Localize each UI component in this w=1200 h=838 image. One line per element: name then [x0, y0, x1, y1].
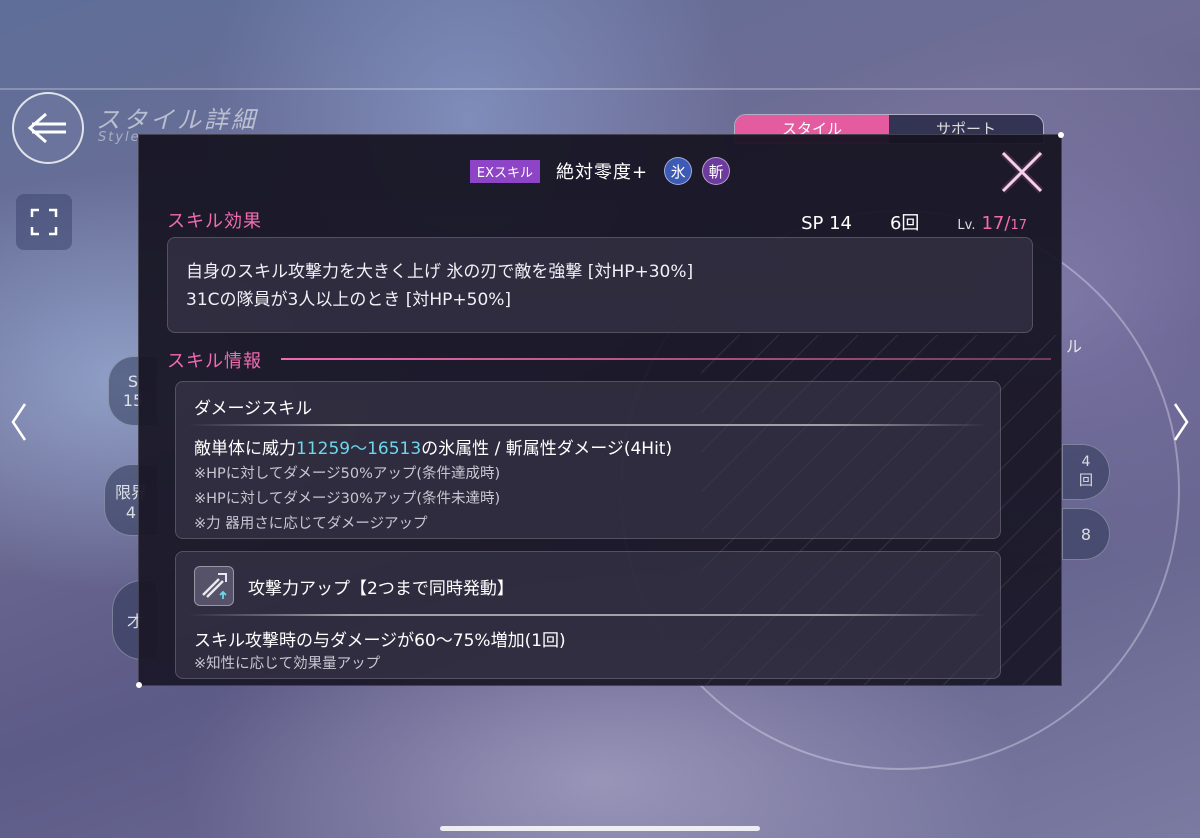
section-divider — [281, 358, 1051, 360]
prev-arrow-button[interactable] — [8, 400, 30, 444]
ice-element-badge: 氷 — [664, 157, 693, 185]
skill-effect-label: スキル効果 — [167, 211, 262, 232]
corner-dot — [1058, 132, 1064, 138]
side-panel-right-1: ル — [1062, 330, 1086, 360]
damage-note: ※HPに対してダメージ50%アップ(条件達成時) — [194, 466, 501, 482]
chevron-left-icon — [11, 403, 27, 441]
side-label: S — [127, 372, 139, 391]
buff-title: 攻撃力アップ【2つまで同時発動】 — [248, 579, 514, 599]
buff-note: ※知性に応じて効果量アップ — [194, 656, 381, 672]
effect-line: 自身のスキル攻撃力を大きく上げ 氷の刃で敵を強撃 [対HP+30%] — [186, 262, 694, 282]
modal-header: EXスキル 絶対零度+ 氷 斬 — [139, 157, 1061, 185]
level-max: 17 — [1010, 218, 1027, 233]
level-current: 17/ — [981, 213, 1011, 234]
side-value: 8 — [1080, 524, 1092, 544]
use-count: 6回 — [889, 213, 920, 234]
back-button[interactable] — [12, 92, 84, 164]
buff-skill-box: 攻撃力アップ【2つまで同時発動】 スキル攻撃時の与ダメージが60〜75%増加(1… — [175, 551, 1001, 679]
home-indicator — [440, 826, 760, 831]
arrow-left-icon — [27, 112, 66, 144]
box-divider — [188, 614, 988, 616]
ex-skill-badge: EXスキル — [469, 159, 541, 183]
effect-line: 31Cの隊員が3人以上のとき [対HP+50%] — [186, 290, 512, 310]
slash-element-badge: 斬 — [702, 157, 731, 185]
side-label: 回 — [1079, 473, 1093, 489]
skill-info-label: スキル情報 — [167, 351, 262, 372]
sp-cost: SP 14 — [801, 213, 852, 234]
side-value: 4 — [125, 502, 137, 522]
damage-description: 敵単体に威力11259〜16513の氷属性 / 斬属性ダメージ(4Hit) — [194, 434, 672, 459]
damage-power: 11259〜16513 — [296, 439, 422, 459]
page-subtitle: Style — [98, 130, 141, 145]
buff-description: スキル攻撃時の与ダメージが60〜75%増加(1回) — [194, 631, 566, 651]
box-divider — [188, 424, 988, 426]
damage-suffix: の氷属性 / 斬属性ダメージ(4Hit) — [421, 439, 673, 459]
damage-prefix: 敵単体に威力 — [194, 439, 296, 459]
next-arrow-button[interactable] — [1170, 400, 1192, 444]
skill-detail-modal: EXスキル 絶対零度+ 氷 斬 スキル効果 SP 14 6回 Lv. 17/ 1… — [136, 132, 1064, 688]
fullscreen-button[interactable] — [16, 194, 72, 250]
damage-skill-box: ダメージスキル 敵単体に威力11259〜16513の氷属性 / 斬属性ダメージ(… — [175, 381, 1001, 539]
close-button[interactable] — [997, 147, 1047, 197]
close-icon — [1000, 150, 1044, 194]
level-label: Lv. — [957, 218, 976, 233]
skill-effect-box: 自身のスキル攻撃力を大きく上げ 氷の刃で敵を強撃 [対HP+30%] 31Cの隊… — [167, 237, 1033, 333]
fullscreen-icon — [30, 208, 58, 236]
skill-name: 絶対零度+ — [556, 162, 649, 183]
corner-dot — [136, 682, 142, 688]
sword-icon — [202, 573, 227, 599]
damage-note: ※HPに対してダメージ30%アップ(条件未達時) — [194, 491, 501, 507]
side-value: 4 — [1081, 454, 1091, 470]
damage-skill-title: ダメージスキル — [194, 399, 313, 419]
chevron-right-icon — [1173, 403, 1189, 441]
attack-up-icon — [194, 566, 234, 606]
damage-note: ※力 器用さに応じてダメージアップ — [194, 516, 428, 532]
skill-stats: SP 14 6回 Lv. 17/ 17 — [801, 209, 1027, 235]
header-line — [0, 88, 1200, 90]
side-label: ル — [1065, 337, 1082, 356]
